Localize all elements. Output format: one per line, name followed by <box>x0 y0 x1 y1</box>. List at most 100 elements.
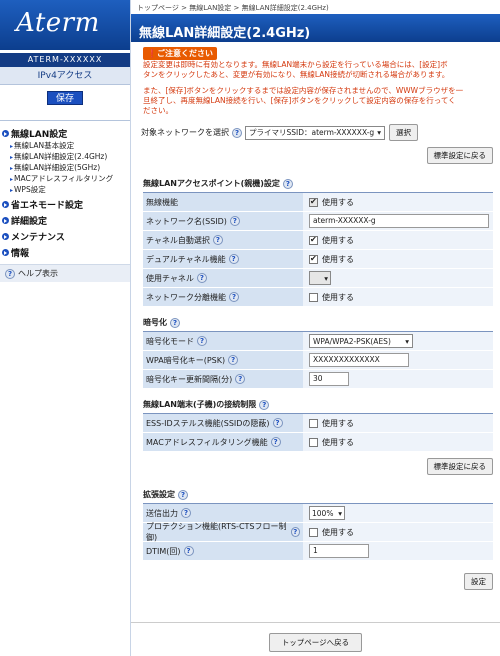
help-icon[interactable]: ? <box>259 399 270 410</box>
nav-wireless[interactable]: 無線LAN設定 <box>0 125 130 141</box>
model-name: ATERM-XXXXXX <box>0 53 130 67</box>
row-value: 使用する <box>303 433 493 451</box>
page-title: 無線LAN詳細設定(2.4GHz) <box>131 14 500 44</box>
row-label-text: DTIM(回) <box>146 546 181 556</box>
std-button-row: 標準設定に戻る <box>131 458 493 475</box>
breadcrumb-wireless[interactable]: 無線LAN設定 <box>189 4 231 12</box>
nav-mac-filter[interactable]: MACアドレスフィルタリング <box>0 174 130 185</box>
tx-power-select[interactable]: 100% ▾ <box>309 506 345 520</box>
row-label-text: MACアドレスフィルタリング機能 <box>146 437 268 447</box>
nav-eco[interactable]: 省エネモード設定 <box>0 196 130 212</box>
row-value: 使用する <box>303 193 493 211</box>
row-label-text: 送信出力 <box>146 508 178 518</box>
nav-wps[interactable]: WPS設定 <box>0 185 130 196</box>
section-heading: 拡張設定? <box>143 489 493 504</box>
network-select-row: 対象ネットワークを選択 ? プライマリSSID：aterm-XXXXXX-g ▾ … <box>141 124 500 141</box>
row-label: MACアドレスフィルタリング機能? <box>143 433 303 451</box>
row-value: 使用する <box>303 231 493 249</box>
set-button[interactable]: 設定 <box>464 573 493 590</box>
nav-info-label: 情報 <box>11 249 30 259</box>
breadcrumb-sep: > <box>181 4 187 12</box>
row-label-text: 暗号化キー更新間隔(分) <box>146 374 233 384</box>
section-heading: 無線LAN端末(子機)の接続制限? <box>143 399 493 414</box>
help-icon[interactable]: ? <box>272 418 283 428</box>
help-icon[interactable]: ? <box>232 127 242 138</box>
help-icon[interactable]: ? <box>228 355 239 365</box>
row-label: 暗号化モード? <box>143 332 303 350</box>
key-interval-input[interactable]: 30 <box>309 372 349 386</box>
chevron-down-icon: ▾ <box>338 508 342 518</box>
row-psk: WPA暗号化キー(PSK)? XXXXXXXXXXXXX <box>143 351 493 370</box>
auto-channel-checkbox[interactable] <box>309 235 318 245</box>
nav-maintenance[interactable]: メンテナンス <box>0 228 130 244</box>
help-icon[interactable]: ? <box>235 374 246 384</box>
set-button-row: 設定 <box>131 573 493 590</box>
ssid-input[interactable]: aterm-XXXXXX-g <box>309 214 489 228</box>
arrow-icon <box>2 249 9 256</box>
help-icon[interactable]: ? <box>212 235 223 245</box>
isolation-checkbox[interactable] <box>309 292 318 302</box>
back-to-top-button[interactable]: トップページへ戻る <box>268 633 363 652</box>
help-link[interactable]: ? ヘルプ表示 <box>0 264 130 282</box>
save-button[interactable]: 保存 <box>47 91 83 105</box>
checkbox-label: 使用する <box>322 235 354 245</box>
dual-channel-checkbox[interactable] <box>309 254 318 264</box>
row-value: 30 <box>303 370 493 388</box>
nav-wireless-basic[interactable]: 無線LAN基本設定 <box>0 141 130 152</box>
breadcrumb-top[interactable]: トップページ <box>137 4 179 12</box>
restore-default-button[interactable]: 標準設定に戻る <box>426 458 493 475</box>
row-label: 送信出力? <box>143 504 303 522</box>
notice-line: 設定変更は即時に有効となります。無線LAN端末から設定を行っている場合には、[設… <box>143 60 448 69</box>
save-area: 保存 <box>0 85 130 121</box>
row-label-text: 暗号化モード <box>146 336 194 346</box>
help-icon: ? <box>5 268 15 279</box>
mac-filter-checkbox[interactable] <box>309 437 318 447</box>
help-icon[interactable]: ? <box>290 527 300 537</box>
row-label: 使用チャネル? <box>143 269 303 287</box>
row-label: 暗号化キー更新間隔(分)? <box>143 370 303 388</box>
breadcrumb: トップページ > 無線LAN設定 > 無線LAN詳細設定(2.4GHz) <box>131 0 500 14</box>
row-encryption-mode: 暗号化モード? WPA/WPA2-PSK(AES) ▾ <box>143 332 493 351</box>
network-select-value: プライマリSSID：aterm-XXXXXX-g <box>249 128 375 137</box>
nav-info[interactable]: 情報 <box>0 244 130 260</box>
help-icon[interactable]: ? <box>181 508 191 518</box>
help-icon[interactable]: ? <box>228 254 239 264</box>
section-title: 拡張設定 <box>143 490 175 499</box>
network-select[interactable]: プライマリSSID：aterm-XXXXXX-g ▾ <box>245 125 385 140</box>
nav-detail[interactable]: 詳細設定 <box>0 212 130 228</box>
row-stealth: ESS-IDステルス機能(SSIDの隠蔽)? 使用する <box>143 414 493 433</box>
section-heading: 暗号化? <box>143 317 493 332</box>
help-icon[interactable]: ? <box>196 273 207 283</box>
encryption-mode-select[interactable]: WPA/WPA2-PSK(AES) ▾ <box>309 334 413 348</box>
row-label: プロテクション機能(RTS-CTSフロー制御)? <box>143 522 303 542</box>
chevron-down-icon: ▾ <box>377 128 381 137</box>
section-title: 暗号化 <box>143 318 167 327</box>
nav-wireless-5g[interactable]: 無線LAN詳細設定(5GHz) <box>0 163 130 174</box>
help-icon[interactable]: ? <box>178 489 188 500</box>
select-button[interactable]: 選択 <box>389 124 418 141</box>
row-value: WPA/WPA2-PSK(AES) ▾ <box>303 332 493 350</box>
help-icon[interactable]: ? <box>197 336 207 346</box>
stealth-checkbox[interactable] <box>309 418 318 428</box>
help-icon[interactable]: ? <box>229 216 240 226</box>
encryption-section: 暗号化? 暗号化モード? WPA/WPA2-PSK(AES) ▾ WPA暗号化キー(… <box>143 317 493 389</box>
row-value: 使用する <box>303 288 493 306</box>
help-icon[interactable]: ? <box>170 317 180 328</box>
restore-default-button[interactable]: 標準設定に戻る <box>426 147 493 164</box>
notice: ❗ご注意ください 設定変更は即時に有効となります。無線LAN端末から設定を行って… <box>131 44 500 116</box>
dtim-input[interactable]: 1 <box>309 544 369 558</box>
help-icon[interactable]: ? <box>183 546 194 556</box>
nav-eco-label: 省エネモード設定 <box>11 201 84 211</box>
psk-input[interactable]: XXXXXXXXXXXXX <box>309 353 409 367</box>
protection-checkbox[interactable] <box>309 527 318 537</box>
checkbox-label: 使用する <box>322 527 354 537</box>
mode-label: IPv4アクセス <box>0 67 130 85</box>
checkbox-label: 使用する <box>322 437 354 447</box>
help-icon[interactable]: ? <box>270 437 281 447</box>
row-label: チャネル自動選択? <box>143 231 303 249</box>
footer: トップページへ戻る <box>131 622 500 656</box>
help-icon[interactable]: ? <box>282 178 293 189</box>
nav-wireless-2g[interactable]: 無線LAN詳細設定(2.4GHz) <box>0 152 130 163</box>
row-label-text: ネットワーク分離機能 <box>146 292 226 302</box>
help-icon[interactable]: ? <box>229 292 239 302</box>
